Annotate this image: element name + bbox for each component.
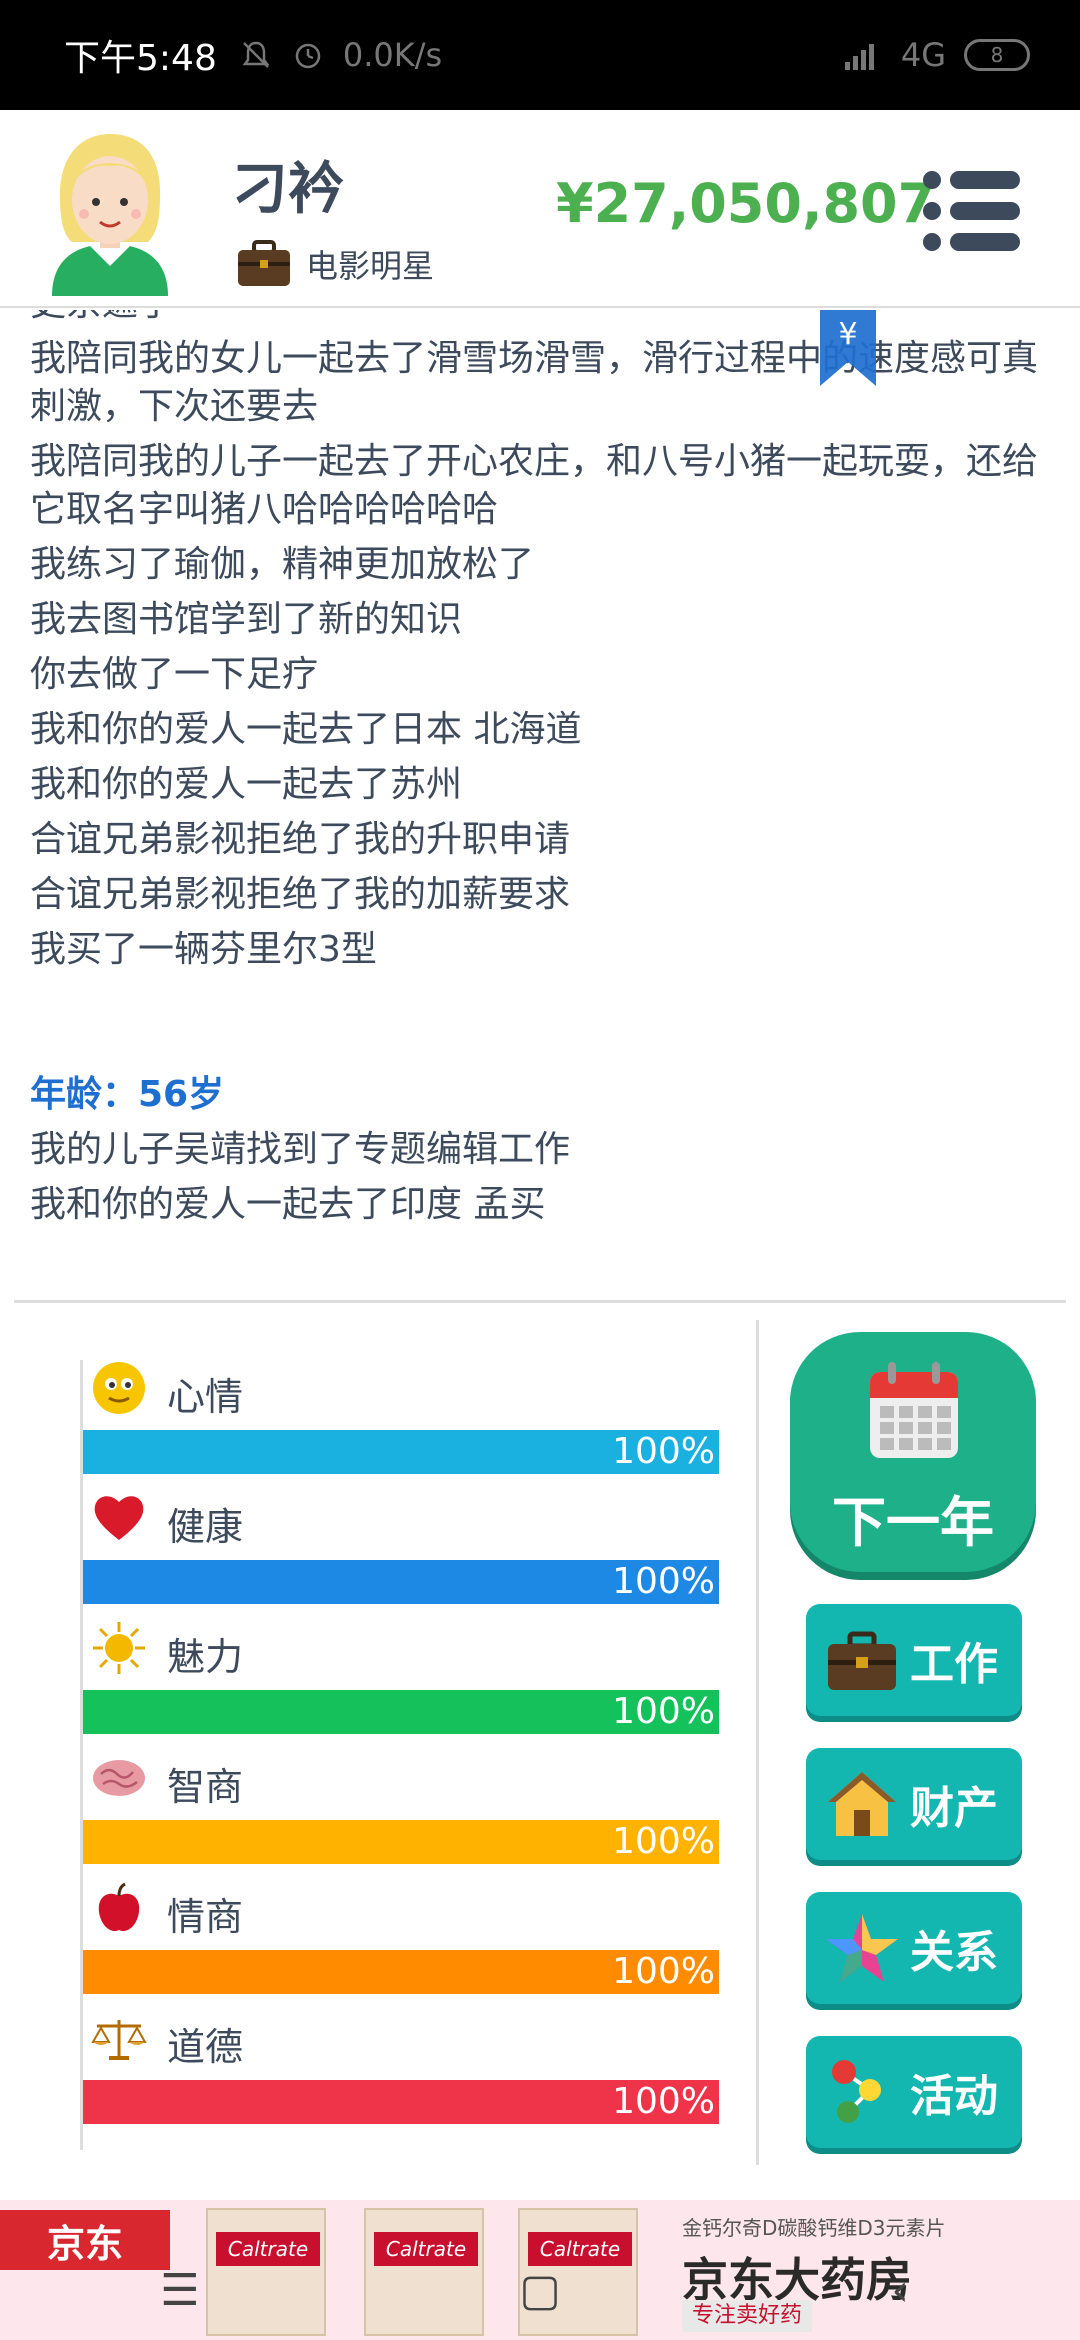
log-entry: 我和你的爱人一起去了印度 孟买 [30, 1184, 546, 1225]
stat-bar: 100% [83, 1950, 719, 1994]
stat-health: 健康 100% [83, 1490, 723, 1610]
brain-icon [93, 1760, 145, 1796]
relations-button[interactable]: 关系 [806, 1892, 1022, 2004]
next-year-button[interactable]: 下一年 [790, 1332, 1036, 1572]
stat-label: 情商 [167, 1895, 244, 1939]
stat-bar: 100% [83, 1430, 719, 1474]
work-button[interactable]: 工作 [806, 1604, 1022, 1716]
scales-icon [91, 2020, 147, 2060]
age-heading: 年龄：56岁 [30, 1074, 225, 1115]
activities-label: 活动 [910, 2071, 998, 2122]
divider [14, 1300, 1066, 1303]
log-entry: 我的儿子吴靖找到了专题编辑工作 [30, 1129, 571, 1170]
property-label: 财产 [910, 1783, 998, 1834]
stat-percent: 100% [612, 1821, 715, 1862]
stat-eq: 情商 100% [83, 1880, 723, 2000]
log-entry: 我和你的爱人一起去了日本 北海道 [30, 709, 582, 750]
stat-bar: 100% [83, 1690, 719, 1734]
stat-percent: 100% [612, 1561, 715, 1602]
status-icons: 0.0K/s [239, 36, 442, 74]
stat-percent: 100% [612, 1951, 715, 1992]
event-log[interactable]: 更余遮了 我陪同我的女儿一起去了滑雪场滑雪，滑行过程中的速度感可真刺激，下次还要… [0, 310, 1080, 1300]
log-entry: 我去图书馆学到了新的知识 [30, 599, 463, 640]
relations-label: 关系 [910, 1927, 998, 1978]
stat-mood: 心情 100% [83, 1360, 723, 1480]
mute-bell-icon [242, 41, 270, 68]
log-entry: 更余遮了 [0, 310, 1080, 328]
smiley-icon [93, 1362, 145, 1414]
heart-icon [94, 1496, 144, 1540]
log-entry: 你去做了一下足疗 [30, 654, 319, 695]
activities-button[interactable]: 活动 [806, 2036, 1022, 2148]
stat-bar: 100% [83, 1820, 719, 1864]
status-right: 4G 8 [843, 36, 1030, 74]
next-year-label: 下一年 [832, 1491, 994, 1554]
stat-percent: 100% [612, 2081, 715, 2122]
network-speed: 0.0K/s [342, 36, 443, 74]
stat-iq: 智商 100% [83, 1750, 723, 1870]
log-entry: 我陪同我的女儿一起去了滑雪场滑雪，滑行过程中的速度感可真刺激，下次还要去 [30, 338, 1039, 427]
log-entry: 我买了一辆芬里尔3型 [30, 929, 377, 970]
recent-apps-button[interactable]: ☰ [120, 2265, 240, 2316]
work-label: 工作 [910, 1639, 998, 1690]
stat-bar: 100% [83, 2080, 719, 2124]
house-icon [828, 1772, 896, 1836]
briefcase-icon [238, 240, 290, 286]
stat-charm: 魅力 100% [83, 1620, 723, 1740]
log-entry: 我练习了瑜伽，精神更加放松了 [30, 544, 535, 585]
money-balance: ¥27,050,807 [556, 172, 936, 235]
stat-label: 心情 [167, 1375, 244, 1419]
log-entry: 我和你的爱人一起去了苏州 [30, 764, 463, 805]
stat-percent: 100% [612, 1691, 715, 1732]
sun-icon [93, 1622, 145, 1674]
vertical-divider [756, 1320, 759, 2165]
apple-icon [98, 1882, 140, 1932]
stat-morality: 道德 100% [83, 2010, 723, 2130]
status-bar: 下午5:48 0.0K/s 4G 8 [0, 0, 1080, 110]
avatar[interactable] [40, 126, 180, 296]
log-entry: 合谊兄弟影视拒绝了我的升职申请 [30, 819, 571, 860]
molecule-icon [832, 2060, 881, 2123]
briefcase-icon [828, 1631, 896, 1690]
player-header: 刁衿 电影明星 ¥27,050,807 [0, 110, 1080, 308]
home-button[interactable]: ▢ [480, 2265, 600, 2316]
stat-bar: 100% [83, 1560, 719, 1604]
system-nav-bar: ☰ ▢ ‹ [0, 2240, 1080, 2340]
job-row: 电影明星 [236, 240, 434, 288]
alarm-icon [295, 43, 321, 69]
stat-label: 智商 [167, 1765, 244, 1809]
player-name: 刁衿 [232, 157, 344, 222]
star-icon [826, 1914, 898, 1982]
log-entry: 我陪同我的儿子一起去了开心农庄，和八号小猪一起玩耍，还给它取名字叫猪八哈哈哈哈哈… [30, 441, 1039, 530]
stat-label: 魅力 [167, 1635, 244, 1679]
stat-label: 健康 [167, 1505, 244, 1549]
log-entry: 合谊兄弟影视拒绝了我的加薪要求 [30, 874, 571, 915]
ad-small-text: 金钙尔奇D碳酸钙维D3元素片 [682, 2216, 946, 2240]
back-button[interactable]: ‹ [840, 2265, 960, 2316]
status-time: 下午5:48 [64, 38, 217, 79]
battery-icon: 8 [964, 39, 1030, 71]
yen-symbol: ¥ [838, 317, 857, 352]
property-button[interactable]: 财产 [806, 1748, 1022, 1860]
log-spacer [0, 981, 1080, 1071]
battery-level: 8 [990, 43, 1004, 67]
network-type: 4G [900, 36, 946, 74]
job-title: 电影明星 [306, 247, 435, 285]
menu-icon[interactable] [920, 166, 1024, 256]
yen-bookmark-icon[interactable]: ¥ [820, 310, 876, 386]
calendar-icon [870, 1362, 958, 1458]
signal-icon [844, 44, 874, 70]
stat-percent: 100% [612, 1431, 715, 1472]
stats-panel: 心情 100% 健康 100% 魅力 100% 智商 100% 情商 100% … [80, 1360, 720, 2150]
stat-label: 道德 [167, 2025, 244, 2069]
